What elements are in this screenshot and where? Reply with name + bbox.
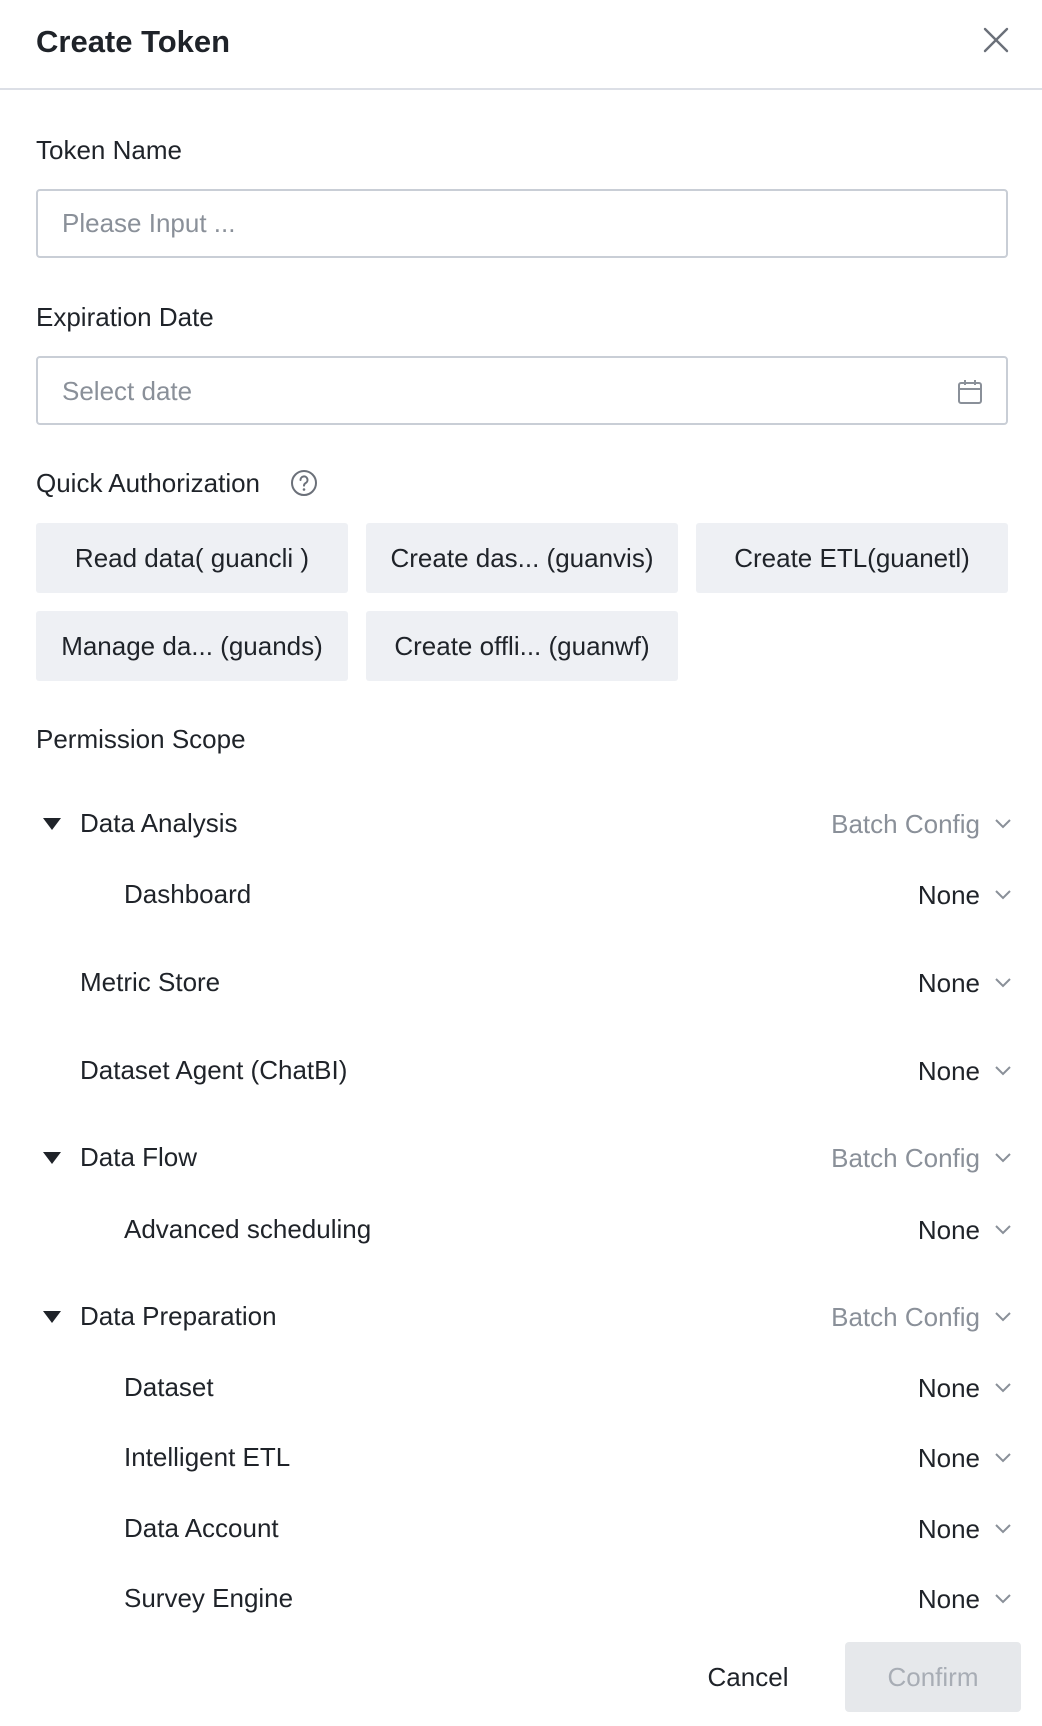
tree-row-label: Metric Store bbox=[80, 967, 221, 997]
tree-row-data-preparation: Data Preparation Batch Config bbox=[0, 1297, 1042, 1337]
tree-row-dashboard: Dashboard None bbox=[0, 875, 1042, 915]
select-value: None bbox=[917, 1443, 980, 1473]
batch-config-select[interactable]: Batch Config bbox=[831, 1299, 1012, 1335]
chevron-down-icon bbox=[995, 978, 1011, 988]
tree-row-label: Dataset Agent (ChatBI) bbox=[80, 1055, 348, 1085]
tree-row-label: Dashboard bbox=[124, 879, 252, 909]
chevron-down-icon bbox=[995, 1312, 1011, 1322]
batch-config-select[interactable]: Batch Config bbox=[831, 1140, 1012, 1176]
calendar-icon bbox=[958, 380, 982, 404]
permission-select[interactable]: None bbox=[918, 965, 1012, 1001]
select-value: None bbox=[917, 1514, 980, 1544]
tree-row-survey-engine: Survey Engine None bbox=[0, 1579, 1042, 1619]
tree-row-label: Advanced scheduling bbox=[124, 1214, 372, 1244]
caret-down-icon[interactable] bbox=[42, 816, 62, 832]
create-token-dialog: Create Token Token Name Expiration Date … bbox=[0, 0, 1042, 1726]
chevron-down-icon bbox=[995, 1066, 1011, 1076]
chevron-down-icon bbox=[995, 890, 1011, 900]
chevron-down-icon bbox=[995, 819, 1011, 829]
tree-row-dataset: Dataset None bbox=[0, 1368, 1042, 1408]
tree-row-label: Dataset bbox=[124, 1372, 214, 1402]
permission-select[interactable]: None bbox=[918, 1440, 1012, 1476]
select-value: None bbox=[917, 1215, 980, 1245]
close-icon bbox=[983, 27, 1009, 53]
tree-row-label: Survey Engine bbox=[124, 1583, 294, 1613]
quick-auth-chip[interactable]: Create ETL(guanetl) bbox=[696, 523, 1008, 593]
quick-auth-chip[interactable]: Read data( guancli ) bbox=[36, 523, 348, 593]
close-button[interactable] bbox=[980, 24, 1012, 56]
tree-row-label: Data Analysis bbox=[80, 808, 238, 838]
caret-down-icon[interactable] bbox=[42, 1150, 62, 1166]
tree-row-label: Data Preparation bbox=[80, 1301, 277, 1331]
dialog-header: Create Token bbox=[0, 0, 1042, 90]
question-circle-icon[interactable] bbox=[290, 469, 318, 497]
select-value: None bbox=[917, 1056, 980, 1086]
chevron-down-icon bbox=[995, 1383, 1011, 1393]
tree-row-dataset-agent: Dataset Agent (ChatBI) None bbox=[0, 1051, 1042, 1091]
chevron-down-icon bbox=[995, 1453, 1011, 1463]
token-name-label: Token Name bbox=[36, 135, 182, 165]
permission-select[interactable]: None bbox=[918, 1370, 1012, 1406]
confirm-button[interactable]: Confirm bbox=[845, 1642, 1021, 1712]
tree-row-label: Intelligent ETL bbox=[124, 1442, 291, 1472]
chevron-down-icon bbox=[995, 1153, 1011, 1163]
tree-row-data-account: Data Account None bbox=[0, 1509, 1042, 1549]
quick-auth-chip[interactable]: Create offli... (guanwf) bbox=[366, 611, 678, 681]
tree-row-metric-store: Metric Store None bbox=[0, 963, 1042, 1003]
cancel-button[interactable]: Cancel bbox=[690, 1645, 806, 1709]
tree-row-label: Data Account bbox=[124, 1513, 279, 1543]
select-value: Batch Config bbox=[831, 1143, 980, 1173]
permission-select[interactable]: None bbox=[918, 1511, 1012, 1547]
tree-row-label: Data Flow bbox=[80, 1142, 198, 1172]
expiration-date-picker[interactable]: Select date bbox=[36, 356, 1008, 425]
permission-select[interactable]: None bbox=[918, 1053, 1012, 1089]
select-value: None bbox=[917, 1373, 980, 1403]
permission-select[interactable]: None bbox=[918, 877, 1012, 913]
select-value: None bbox=[917, 880, 980, 910]
permission-scope-label: Permission Scope bbox=[36, 724, 246, 754]
date-placeholder: Select date bbox=[62, 376, 193, 406]
expiration-date-label: Expiration Date bbox=[36, 302, 214, 332]
select-value: None bbox=[917, 968, 980, 998]
quick-authorization-label: Quick Authorization bbox=[36, 468, 261, 498]
select-value: Batch Config bbox=[831, 1302, 980, 1332]
chevron-down-icon bbox=[995, 1594, 1011, 1604]
chevron-down-icon bbox=[995, 1524, 1011, 1534]
permission-select[interactable]: None bbox=[918, 1212, 1012, 1248]
select-value: None bbox=[917, 1584, 980, 1614]
quick-auth-chip[interactable]: Manage da... (guands) bbox=[36, 611, 348, 681]
chevron-down-icon bbox=[995, 1225, 1011, 1235]
select-value: Batch Config bbox=[831, 809, 980, 839]
quick-auth-chip[interactable]: Create das... (guanvis) bbox=[366, 523, 678, 593]
tree-row-data-flow: Data Flow Batch Config bbox=[0, 1138, 1042, 1178]
batch-config-select[interactable]: Batch Config bbox=[831, 806, 1012, 842]
permission-select[interactable]: None bbox=[918, 1581, 1012, 1617]
caret-down-icon[interactable] bbox=[42, 1309, 62, 1325]
tree-row-data-analysis: Data Analysis Batch Config bbox=[0, 804, 1042, 844]
tree-row-advanced-scheduling: Advanced scheduling None bbox=[0, 1210, 1042, 1250]
tree-row-intelligent-etl: Intelligent ETL None bbox=[0, 1438, 1042, 1478]
token-name-input[interactable] bbox=[36, 189, 1008, 258]
dialog-title: Create Token bbox=[36, 24, 231, 59]
